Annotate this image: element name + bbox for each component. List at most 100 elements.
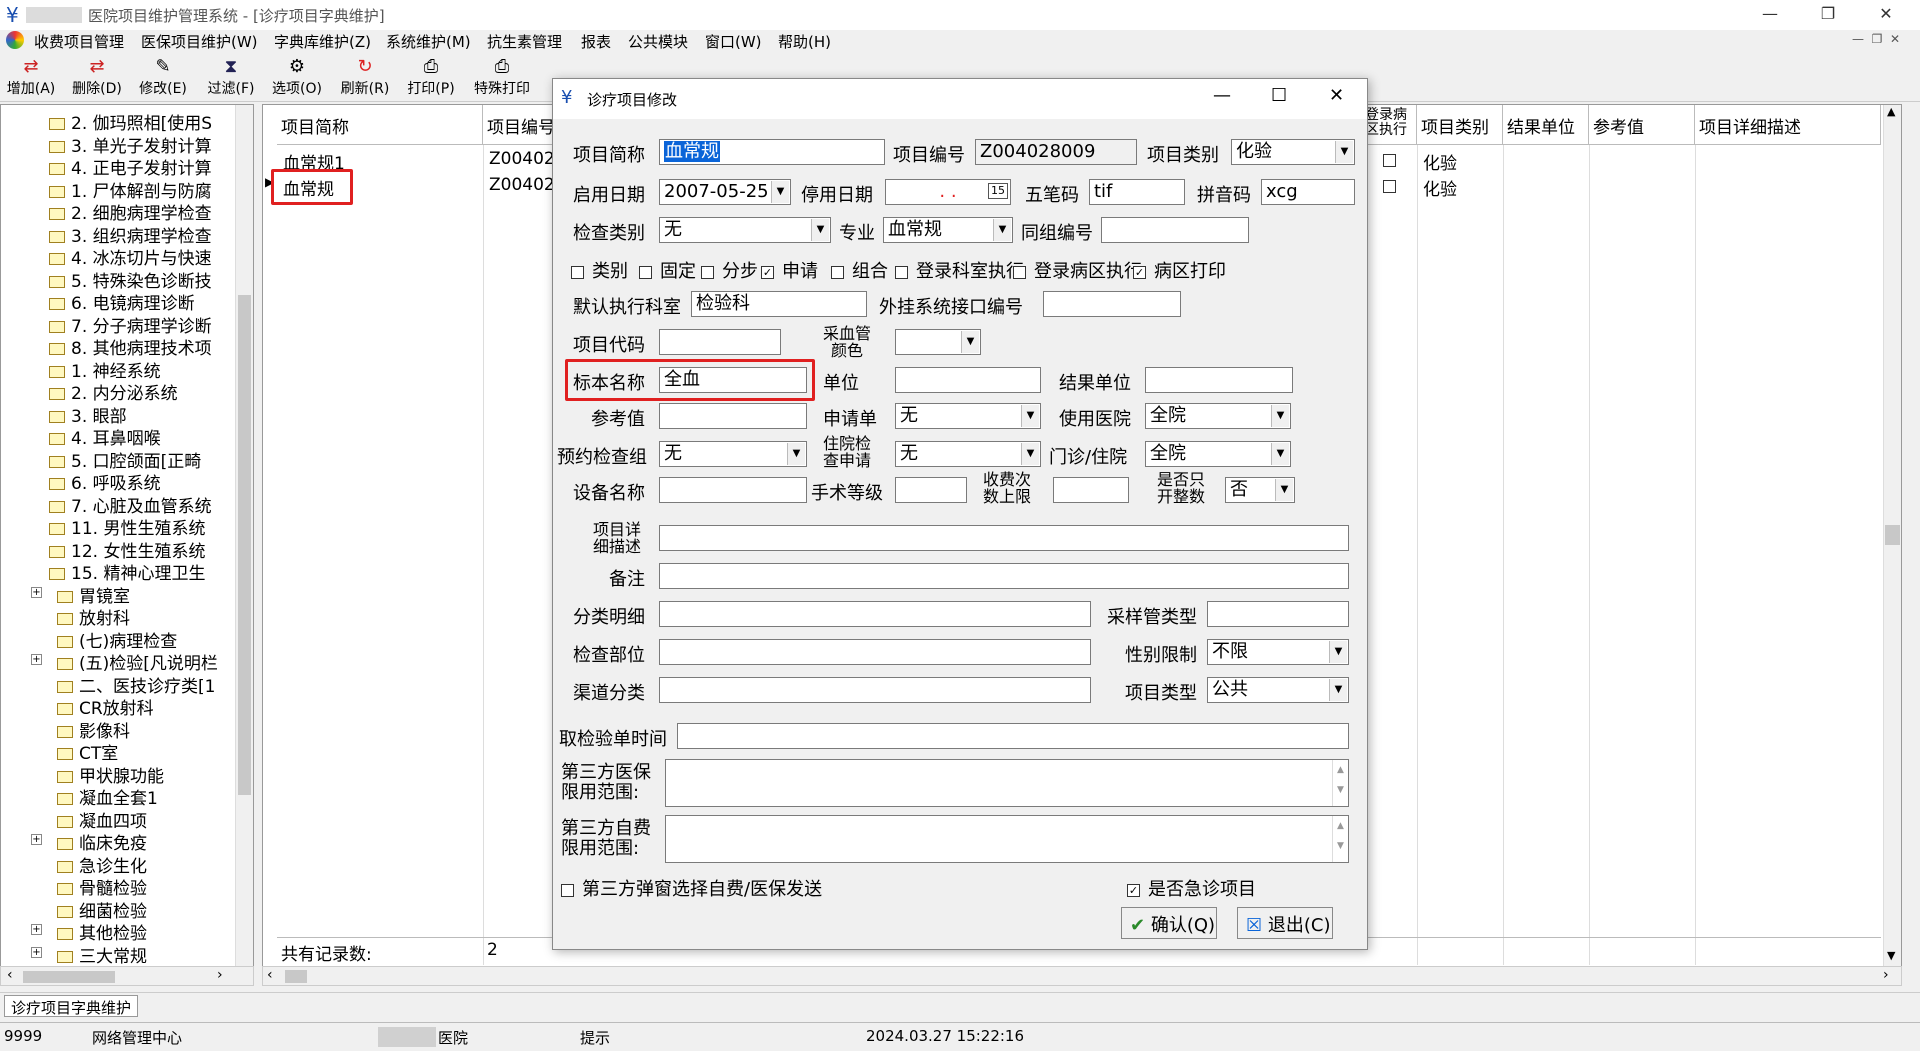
restore-button[interactable]: ❐: [1800, 0, 1856, 30]
grid-hscroll[interactable]: ‹ ›: [262, 966, 1902, 986]
tree-scroll-thumb[interactable]: [238, 295, 251, 795]
item-category-select[interactable]: 化验 ▼: [1231, 139, 1355, 165]
col-header-ward-exec[interactable]: 登录病区执行: [1363, 105, 1417, 145]
class-detail-input[interactable]: [659, 601, 1091, 627]
menu-window[interactable]: 窗口(W): [705, 31, 762, 52]
menu-fee-items[interactable]: 收费项目管理: [34, 31, 124, 52]
menu-system[interactable]: 系统维护(M): [386, 31, 471, 52]
minimize-button[interactable]: —: [1742, 0, 1798, 30]
menu-antibiotics[interactable]: 抗生素管理: [487, 31, 562, 52]
tree-item[interactable]: 6. 电镜病理诊断: [49, 289, 195, 314]
hospital-select[interactable]: 全院 ▼: [1145, 403, 1291, 429]
textarea-scrollbar[interactable]: ▲ ▼: [1332, 760, 1348, 806]
tree-item[interactable]: 5. 特殊染色诊断技: [49, 267, 212, 292]
grid-hscroll-thumb[interactable]: [285, 970, 307, 983]
col-header-detail[interactable]: 项目详细描述: [1695, 105, 1881, 145]
menu-common[interactable]: 公共模块: [628, 31, 688, 52]
tube-color-select[interactable]: ▼: [895, 329, 981, 355]
tree-item[interactable]: CR放射科: [57, 694, 154, 719]
tab-item-dictionary[interactable]: 诊疗项目字典维护: [4, 995, 139, 1017]
col-header-code[interactable]: 项目编号: [483, 105, 555, 145]
channel-input[interactable]: [659, 677, 1091, 703]
tree-item[interactable]: 12. 女性生殖系统: [49, 537, 205, 562]
col-header-name[interactable]: 项目简称: [277, 105, 483, 145]
wubi-input[interactable]: tif: [1089, 179, 1185, 205]
item-type-select[interactable]: 公共 ▼: [1207, 677, 1349, 703]
tree-item[interactable]: 11. 男性生殖系统: [49, 514, 205, 539]
option-checkbox[interactable]: 组合: [831, 257, 888, 283]
special-print-button[interactable]: ⎙ 特殊打印: [466, 56, 538, 98]
tree-item[interactable]: 7. 分子病理学诊断: [49, 312, 212, 337]
tree-item[interactable]: 急诊生化: [57, 852, 147, 877]
tree-item[interactable]: 临床免疫: [57, 829, 147, 854]
check-category-select[interactable]: 无 ▼: [659, 217, 831, 243]
edit-button[interactable]: ✎ 修改(E): [132, 56, 194, 98]
ext-code-input[interactable]: [1043, 291, 1181, 317]
tree-item[interactable]: 2. 细胞病理学检查: [49, 199, 212, 224]
textarea-scrollbar[interactable]: ▲ ▼: [1332, 816, 1348, 862]
confirm-button[interactable]: ✔ 确认(Q): [1121, 907, 1217, 939]
menu-insurance[interactable]: 医保项目维护(W): [141, 31, 258, 52]
col-header-category[interactable]: 项目类别: [1417, 105, 1503, 145]
option-checkbox[interactable]: 固定: [639, 257, 696, 283]
integer-only-select[interactable]: 否 ▼: [1225, 477, 1295, 503]
tree-item[interactable]: 3. 组织病理学检查: [49, 222, 212, 247]
popup-checkbox[interactable]: 第三方弹窗选择自费/医保发送: [561, 875, 822, 901]
exit-button[interactable]: ☒ 退出(C): [1237, 907, 1333, 939]
tree-item[interactable]: 4. 正电子发射计算: [49, 154, 212, 179]
detail-input[interactable]: [659, 525, 1349, 551]
menu-help[interactable]: 帮助(H): [778, 31, 831, 52]
menu-reports[interactable]: 报表: [581, 31, 611, 52]
mdi-controls[interactable]: — ❐ ✕: [1852, 32, 1900, 46]
unit-input[interactable]: [895, 367, 1041, 393]
options-button[interactable]: ⚙ 选项(O): [266, 56, 328, 98]
option-checkbox[interactable]: 登录病区执行: [1013, 257, 1142, 283]
specialty-select[interactable]: 血常规 ▼: [883, 217, 1013, 243]
tree-item[interactable]: 1. 神经系统: [49, 357, 161, 382]
category-tree[interactable]: 2. 伽玛照相[使用S 3. 单光子发射计算 4. 正电子发射计算 1. 尸体解剖与防…: [0, 104, 254, 968]
dialog-minimize-button[interactable]: —: [1213, 85, 1231, 106]
emergency-checkbox[interactable]: ✓ 是否急诊项目: [1127, 875, 1256, 901]
tree-item[interactable]: 7. 心脏及血管系统: [49, 492, 212, 517]
option-checkbox[interactable]: 登录科室执行: [895, 257, 1024, 283]
calendar-icon[interactable]: 15: [988, 183, 1008, 199]
tree-item[interactable]: 1. 尸体解剖与防腐: [49, 177, 212, 202]
tree-item[interactable]: 甲状腺功能: [57, 762, 164, 787]
default-dept-input[interactable]: 检验科: [691, 291, 867, 317]
refresh-button[interactable]: ↻ 刷新(R): [334, 56, 396, 98]
self-range-textarea[interactable]: ▲ ▼: [665, 815, 1349, 863]
row-ward-exec-checkbox[interactable]: [1383, 180, 1396, 193]
op-ip-select[interactable]: 全院 ▼: [1145, 441, 1291, 467]
tree-item[interactable]: 2. 内分泌系统: [49, 379, 178, 404]
grid-scroll-thumb[interactable]: [1885, 525, 1900, 545]
tree-item[interactable]: (七)病理检查: [57, 627, 177, 652]
sample-time-input[interactable]: [677, 723, 1349, 749]
tree-item[interactable]: (五)检验[凡说明栏: [57, 649, 218, 674]
tree-item[interactable]: 6. 呼吸系统: [49, 469, 161, 494]
tree-hscroll-thumb[interactable]: [23, 971, 115, 983]
start-date-picker[interactable]: 2007-05-25 ▼: [659, 179, 791, 205]
tree-item[interactable]: 骨髓检验: [57, 874, 147, 899]
tree-item[interactable]: 3. 单光子发射计算: [49, 132, 212, 157]
tree-scrollbar[interactable]: [235, 105, 253, 967]
gender-limit-select[interactable]: 不限 ▼: [1207, 639, 1349, 665]
item-code-input[interactable]: Z004028009: [975, 139, 1137, 165]
tree-item[interactable]: 凝血全套1: [57, 784, 158, 809]
tree-item[interactable]: 影像科: [57, 717, 130, 742]
tree-item[interactable]: 4. 耳鼻咽喉: [49, 424, 161, 449]
tree-item[interactable]: 15. 精神心理卫生: [49, 559, 205, 584]
expand-icon[interactable]: +: [31, 924, 42, 935]
col-header-ref-value[interactable]: 参考值: [1589, 105, 1695, 145]
tree-item[interactable]: 5. 口腔颌面[正畸: [49, 447, 201, 472]
tree-item[interactable]: 3. 眼部: [49, 402, 127, 427]
expand-icon[interactable]: +: [31, 586, 42, 598]
row-ward-exec-checkbox[interactable]: [1383, 154, 1396, 167]
tube-type-input[interactable]: [1207, 601, 1349, 627]
tree-item[interactable]: 三大常规: [57, 942, 147, 967]
col-header-result-unit[interactable]: 结果单位: [1503, 105, 1589, 145]
tree-item[interactable]: 2. 伽玛照相[使用S: [49, 109, 212, 134]
menu-dictionary[interactable]: 字典库维护(Z): [274, 31, 371, 52]
check-part-input[interactable]: [659, 639, 1091, 665]
fee-limit-input[interactable]: [1053, 477, 1129, 503]
dialog-close-button[interactable]: ✕: [1329, 85, 1344, 106]
